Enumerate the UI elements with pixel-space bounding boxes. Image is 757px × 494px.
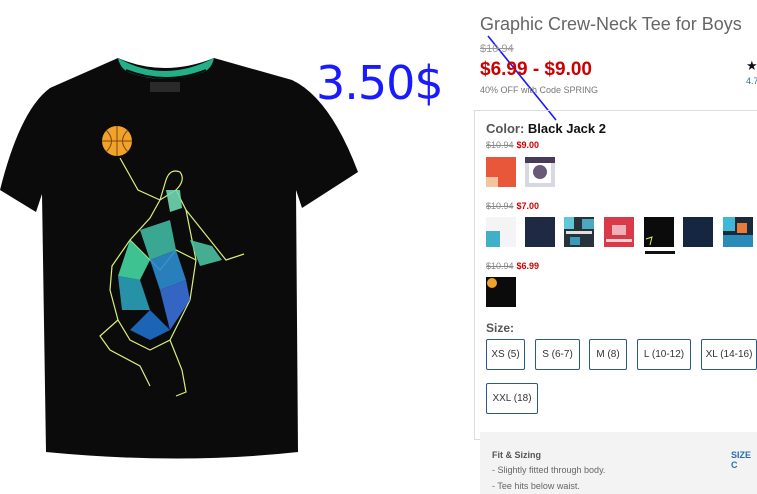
swatch-group-old-price: $10.94 xyxy=(486,201,514,211)
color-swatch-selected[interactable] xyxy=(644,217,674,247)
price-range: $6.99 - $9.00 xyxy=(480,59,592,80)
annotation-price-text: 3.50$ xyxy=(316,56,444,110)
size-chart-link[interactable]: SIZE C xyxy=(731,450,757,470)
fit-detail-line: - Tee hits below waist. xyxy=(492,481,580,491)
size-button-s[interactable]: S (6-7) xyxy=(535,339,580,370)
size-button-m[interactable]: M (8) xyxy=(589,339,627,370)
swatch-group-new-price: $6.99 xyxy=(516,261,540,271)
product-title: Graphic Crew-Neck Tee for Boys xyxy=(480,14,742,34)
color-label: Color: Black Jack 2 xyxy=(486,121,606,136)
original-price: $10.94 xyxy=(480,43,514,55)
swatch-group-new-price: $9.00 xyxy=(516,140,540,150)
fit-sizing-title: Fit & Sizing xyxy=(492,450,541,460)
color-swatch[interactable] xyxy=(525,217,555,247)
rating-value[interactable]: 4.7 xyxy=(746,76,757,86)
promo-text: 40% OFF with Code SPRING xyxy=(480,85,599,95)
color-swatch[interactable] xyxy=(486,217,516,247)
swatch-group-price: $10.94 $9.00 xyxy=(486,140,539,150)
color-swatch[interactable] xyxy=(604,217,634,247)
fit-detail-line: - Slightly fitted through body. xyxy=(492,465,606,475)
size-button-xl[interactable]: XL (14-16) xyxy=(701,339,757,370)
color-swatch[interactable] xyxy=(683,217,713,247)
size-button-xxl[interactable]: XXL (18) xyxy=(486,383,538,414)
size-label: Size: xyxy=(486,321,515,335)
color-swatch[interactable] xyxy=(525,157,555,187)
color-label-text: Color: xyxy=(486,121,525,136)
swatch-group-old-price: $10.94 xyxy=(486,140,514,150)
selected-swatch-indicator xyxy=(645,251,675,254)
swatch-group-old-price: $10.94 xyxy=(486,261,514,271)
swatch-group-new-price: $7.00 xyxy=(516,201,540,211)
size-button-l[interactable]: L (10-12) xyxy=(637,339,691,370)
size-button-xs[interactable]: XS (5) xyxy=(486,339,525,370)
product-image xyxy=(0,58,358,459)
color-swatch[interactable] xyxy=(486,157,516,187)
color-swatch[interactable] xyxy=(486,277,516,307)
selected-color-name: Black Jack 2 xyxy=(527,121,606,136)
color-swatch[interactable] xyxy=(564,217,594,247)
star-icon: ★ xyxy=(746,58,757,73)
swatch-group-price: $10.94 $6.99 xyxy=(486,261,539,271)
color-swatch[interactable] xyxy=(723,217,753,247)
swatch-group-price: $10.94 $7.00 xyxy=(486,201,539,211)
